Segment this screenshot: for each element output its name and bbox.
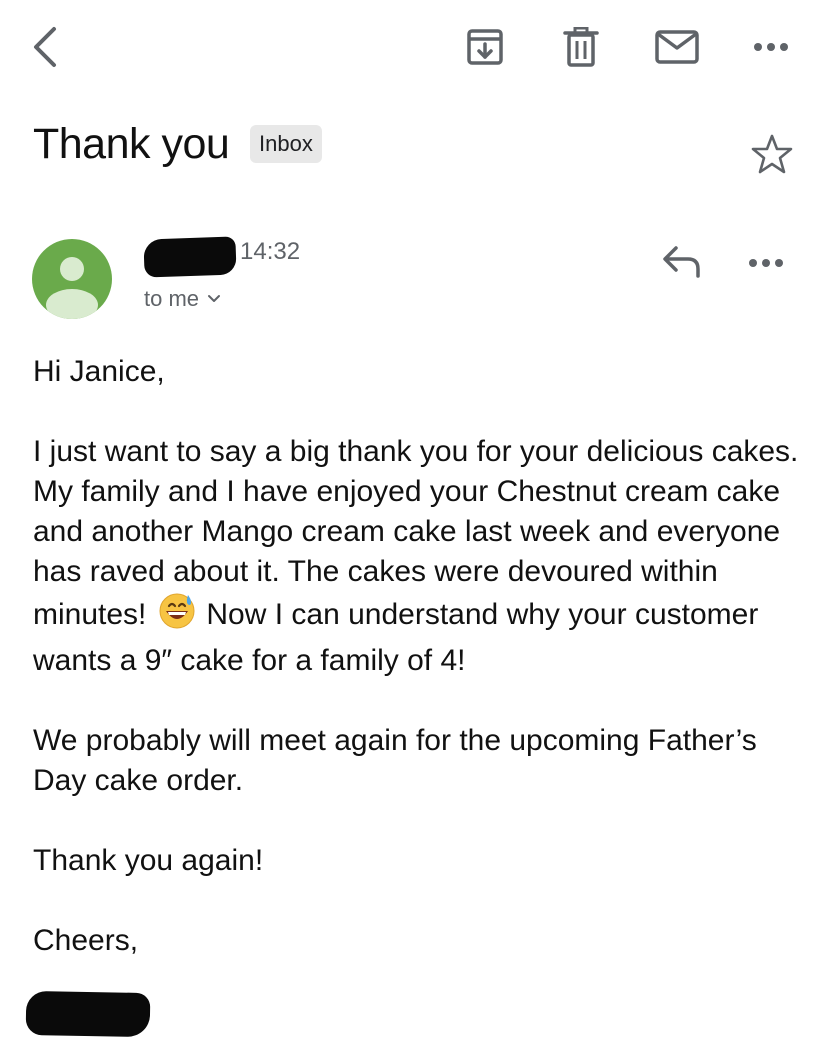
star-icon: [751, 134, 793, 174]
person-icon: [46, 257, 98, 319]
signoff: Cheers,: [33, 924, 139, 957]
body-paragraph-2: We probably will meet again for the upco…: [33, 724, 757, 797]
reply-button[interactable]: [660, 242, 708, 284]
sender-avatar[interactable]: [32, 239, 112, 319]
email-body: Hi Janice, I just want to say a big than…: [33, 352, 803, 1001]
subject-row: Thank you Inbox: [33, 118, 803, 178]
archive-button[interactable]: [462, 24, 508, 70]
delete-button[interactable]: [558, 24, 604, 70]
signature-redacted: [25, 990, 151, 1038]
recipient-details-toggle[interactable]: to me: [144, 286, 221, 312]
body-paragraph-3: Thank you again!: [33, 844, 264, 877]
more-horizontal-icon: [754, 43, 788, 51]
greeting: Hi Janice,: [33, 355, 165, 388]
back-arrow-icon: [34, 27, 56, 67]
back-button[interactable]: [22, 20, 68, 74]
mark-unread-button[interactable]: [652, 24, 702, 70]
inbox-label-chip[interactable]: Inbox: [250, 125, 322, 163]
trash-icon: [563, 27, 599, 67]
body-paragraph-1: I just want to say a big thank you for y…: [33, 432, 803, 681]
more-options-button[interactable]: [748, 24, 794, 70]
archive-icon: [467, 29, 503, 65]
star-button[interactable]: [751, 133, 793, 175]
top-toolbar: [0, 0, 828, 100]
message-more-button[interactable]: [748, 242, 794, 284]
recipient-label: to me: [144, 286, 200, 311]
grinning-sweat-emoji-icon: [158, 592, 196, 641]
email-time: 14:32: [240, 238, 301, 265]
mail-unread-icon: [655, 30, 699, 64]
reply-icon: [663, 246, 700, 278]
chevron-down-icon: [208, 295, 221, 302]
sender-name-redacted: [143, 236, 237, 278]
more-horizontal-icon: [749, 259, 783, 267]
email-subject: Thank you: [33, 120, 230, 168]
